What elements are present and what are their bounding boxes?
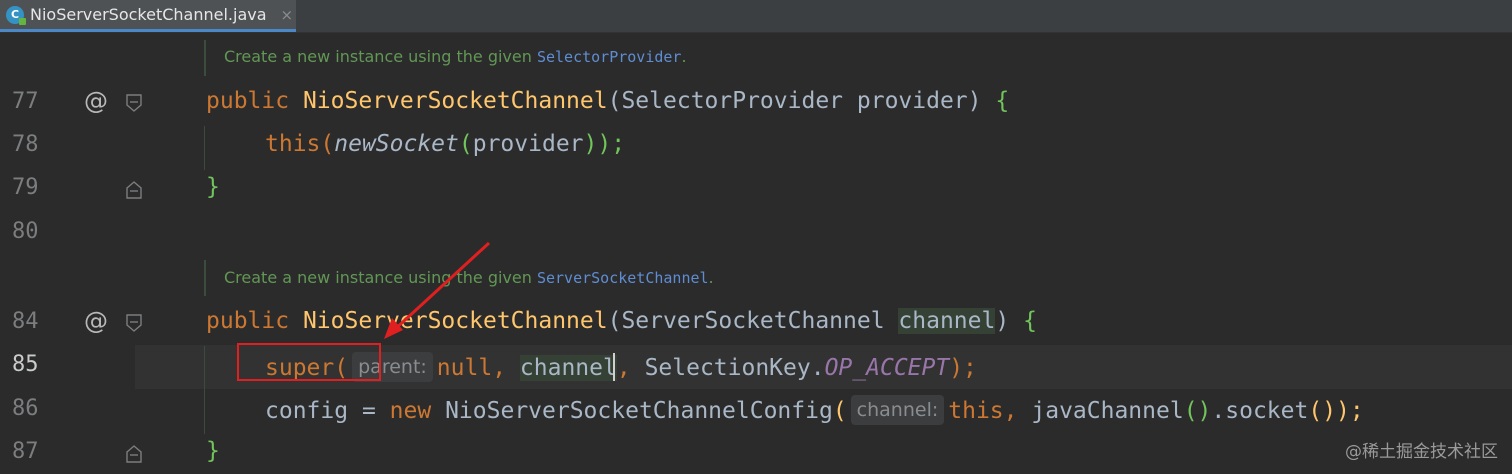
annotation-arrow	[384, 241, 491, 339]
watermark: @稀土掘金技术社区	[1345, 442, 1498, 462]
